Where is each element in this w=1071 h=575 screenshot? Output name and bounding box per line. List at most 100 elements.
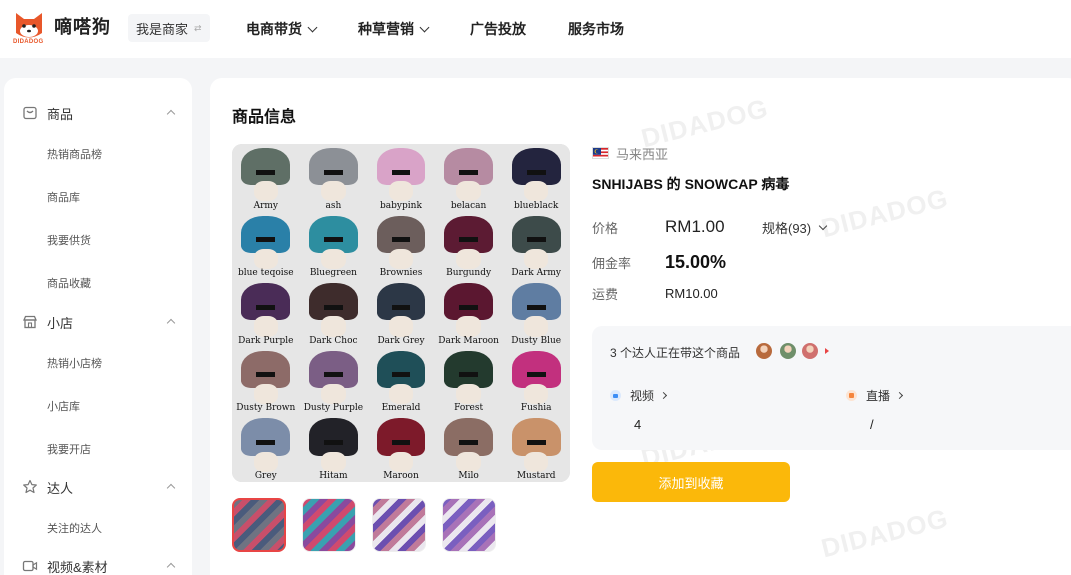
region-label: 马来西亚 xyxy=(616,146,669,162)
label-tag xyxy=(459,372,479,378)
label-tag xyxy=(459,237,479,243)
spec-dropdown[interactable]: 规格(93) xyxy=(762,218,828,237)
mannequin-face xyxy=(456,383,481,405)
swatch-name: Dusty Blue xyxy=(511,335,562,346)
cap-swatch xyxy=(376,418,426,456)
mannequin-face xyxy=(524,181,549,202)
sidebar-section-store[interactable]: 小店 xyxy=(4,311,192,333)
logo[interactable]: 嘀嗒狗 DIDADOG xyxy=(12,9,111,45)
sidebar-section-label: 商品 xyxy=(47,106,74,122)
label-tag xyxy=(391,372,411,378)
shipping-label: 运费 xyxy=(592,286,619,302)
live-metric-link[interactable]: 直播 xyxy=(846,387,904,404)
cap-swatch xyxy=(241,350,291,389)
swatch-name: Dark Maroon xyxy=(438,335,499,346)
cap-swatch xyxy=(444,418,493,456)
chevron-up-icon xyxy=(166,562,176,572)
mannequin-face xyxy=(456,451,481,472)
label-tag xyxy=(526,304,546,310)
cap-swatch xyxy=(444,215,493,253)
commission-value: 15.00% xyxy=(665,251,727,272)
video-count: 4 xyxy=(634,417,642,432)
sidebar-item-favorites[interactable]: 商品收藏 xyxy=(47,275,91,291)
swatch-cell: Brownies xyxy=(367,211,435,280)
sidebar-item-open-store[interactable]: 我要开店 xyxy=(47,441,91,457)
commission-label: 佣金率 xyxy=(592,255,632,271)
sidebar-section-video[interactable]: 视频&素材 xyxy=(4,555,192,575)
video-metric-link[interactable]: 视频 xyxy=(610,387,668,404)
swatch-cell: blue teqoise xyxy=(232,211,300,280)
nav-seeding[interactable]: 种草营销 xyxy=(358,19,430,39)
cap-swatch xyxy=(511,215,561,253)
cap-swatch xyxy=(309,148,358,186)
sidebar-section-label: 达人 xyxy=(47,480,74,496)
price-row: 价格 RM1.00 规格(93) xyxy=(592,216,1071,238)
swatch-name: Dark Grey xyxy=(377,335,425,346)
sidebar-section-influencers[interactable]: 达人 xyxy=(4,476,192,498)
product-name: SNHIJABS 的 SNOWCAP 病毒 xyxy=(592,176,790,192)
chevron-up-icon xyxy=(166,109,176,119)
sidebar-item-product-library[interactable]: 商品库 xyxy=(47,189,80,205)
mannequin-face xyxy=(388,181,414,202)
label-tag xyxy=(323,304,343,310)
label-tag xyxy=(526,237,546,243)
sidebar-item-hot-stores[interactable]: 热销小店榜 xyxy=(47,355,102,371)
mannequin-face xyxy=(321,383,346,405)
cap-swatch xyxy=(376,350,426,389)
page-title: 商品信息 xyxy=(232,109,297,126)
mannequin-face xyxy=(524,316,549,337)
commission-row: 佣金率 15.00% xyxy=(592,250,1071,274)
sidebar-item-supply[interactable]: 我要供货 xyxy=(47,232,91,248)
label-tag xyxy=(323,237,343,243)
mannequin-face xyxy=(456,248,481,270)
cap-swatch xyxy=(309,418,358,456)
label-tag xyxy=(459,169,479,175)
cap-swatch xyxy=(309,350,358,389)
swatch-name: belacan xyxy=(450,200,487,211)
avatar[interactable] xyxy=(802,343,818,359)
chevron-up-icon xyxy=(166,318,176,328)
nav-ecommerce[interactable]: 电商带货 xyxy=(246,19,318,39)
thumbnail[interactable] xyxy=(442,498,496,552)
cap-swatch xyxy=(309,283,358,321)
top-header: 嘀嗒狗 DIDADOG 我是商家 ⇄ 电商带货 种草营销 广告投放 服务市场 xyxy=(0,0,1071,58)
influencer-card: 3 个达人正在带这个商品 视频 4 直播 / xyxy=(592,326,1071,450)
sidebar-section-label: 视频&素材 xyxy=(47,559,108,575)
label-tag xyxy=(391,169,411,175)
product-main-image[interactable]: Army ash babypink belacan blueblack blue teqo… xyxy=(232,144,570,482)
mannequin-face xyxy=(524,248,549,270)
swatch-name: Emerald xyxy=(381,403,421,414)
sidebar-item-followed-influencers[interactable]: 关注的达人 xyxy=(47,520,102,536)
label-tag xyxy=(256,169,276,175)
swatch-name: Dusty Brown xyxy=(236,403,296,414)
merchant-switch-button[interactable]: 我是商家 ⇄ xyxy=(128,14,210,42)
mannequin-face xyxy=(253,383,278,405)
thumbnail[interactable] xyxy=(302,498,356,552)
label-tag xyxy=(391,237,411,243)
swatch-cell: Dusty Blue xyxy=(502,279,570,347)
nav-ads[interactable]: 广告投放 xyxy=(470,19,526,39)
price-value: RM1.00 xyxy=(665,217,725,236)
swatch-cell: Dark Army xyxy=(502,211,570,280)
swatch-name: blue teqoise xyxy=(238,268,294,279)
avatar[interactable] xyxy=(756,343,772,359)
sidebar-section-products[interactable]: 商品 xyxy=(4,102,192,124)
mannequin-face xyxy=(388,451,414,472)
swatch-cell: Forest xyxy=(434,346,503,415)
live-label: 直播 xyxy=(866,389,891,403)
label-tag xyxy=(256,237,276,243)
sidebar-item-hot-products[interactable]: 热销商品榜 xyxy=(47,146,102,162)
swatch-name: Hitam xyxy=(319,470,348,481)
label-tag xyxy=(256,440,276,446)
sidebar: 商品 热销商品榜 商品库 我要供货 商品收藏 小店 热销小店榜 小店库 我要开店… xyxy=(4,78,192,575)
sidebar-item-store-library[interactable]: 小店库 xyxy=(47,398,80,414)
cap-swatch xyxy=(376,283,426,321)
cap-swatch xyxy=(511,350,561,389)
add-to-favorites-button[interactable]: 添加到收藏 xyxy=(592,462,790,502)
avatar[interactable] xyxy=(780,343,796,359)
nav-service-market[interactable]: 服务市场 xyxy=(568,19,624,39)
thumbnail[interactable] xyxy=(232,498,286,552)
caret-right-icon[interactable] xyxy=(825,348,829,354)
mannequin-face xyxy=(388,248,414,270)
thumbnail[interactable] xyxy=(372,498,426,552)
